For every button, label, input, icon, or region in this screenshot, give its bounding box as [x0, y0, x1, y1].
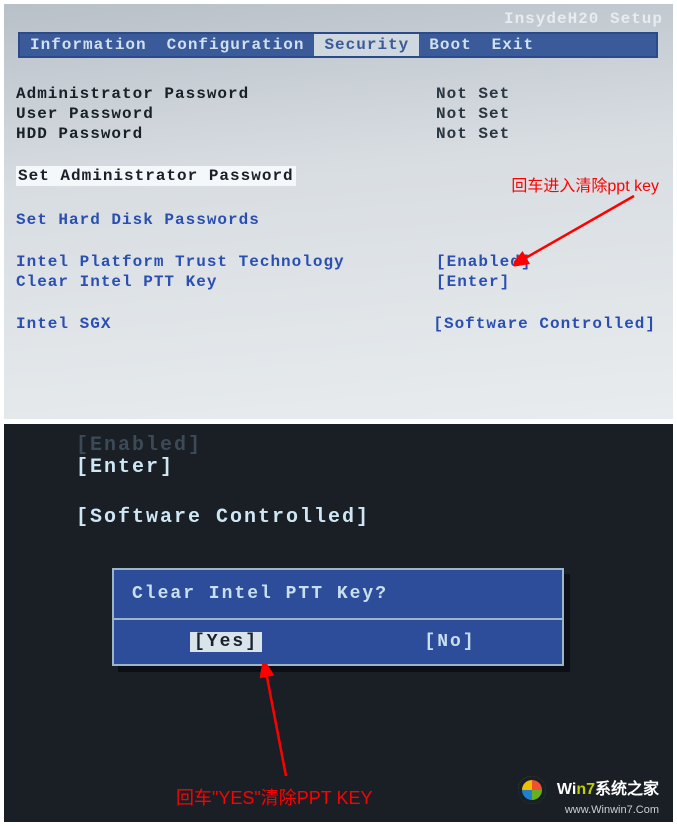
- label-hdd-password: HDD Password: [16, 124, 436, 144]
- value-intel-sgx: [Software Controlled]: [433, 314, 656, 334]
- dialog-yes-label: [Yes]: [190, 632, 262, 652]
- value-intel-ptt: [Enabled]: [436, 252, 531, 272]
- value-admin-password: Not Set: [436, 84, 510, 104]
- brand-text-a: Wi: [557, 781, 576, 798]
- dialog-title: Clear Intel PTT Key?: [114, 570, 562, 620]
- dialog-yes-button[interactable]: [Yes]: [114, 632, 338, 652]
- line-enabled-dim: [Enabled]: [76, 434, 202, 457]
- dialog-no-button[interactable]: [No]: [338, 632, 562, 652]
- row-admin-password: Administrator Password Not Set: [16, 84, 656, 104]
- label-intel-sgx: Intel SGX: [16, 314, 433, 334]
- value-hdd-password: Not Set: [436, 124, 510, 144]
- row-intel-ptt[interactable]: Intel Platform Trust Technology [Enabled…: [16, 252, 656, 272]
- brand-url: www.Winwin7.Com: [518, 804, 659, 816]
- arrow-icon: [240, 664, 300, 784]
- tab-exit[interactable]: Exit: [482, 34, 544, 56]
- bios-tab-bar: Information Configuration Security Boot …: [18, 32, 658, 58]
- line-enter: [Enter]: [76, 456, 174, 479]
- tab-configuration[interactable]: Configuration: [157, 34, 315, 56]
- row-user-password: User Password Not Set: [16, 104, 656, 124]
- row-intel-sgx[interactable]: Intel SGX [Software Controlled]: [16, 314, 656, 334]
- bios-security-body: Administrator Password Not Set User Pass…: [16, 84, 656, 334]
- label-clear-ptt-key: Clear Intel PTT Key: [16, 272, 436, 292]
- bios-setup-top-screenshot: InsydeH20 Setup Information Configuratio…: [4, 4, 673, 419]
- dialog-no-label: [No]: [424, 632, 475, 652]
- label-admin-password: Administrator Password: [16, 84, 436, 104]
- tab-information[interactable]: Information: [20, 34, 157, 56]
- brand-text-b: n7: [576, 781, 595, 798]
- confirm-dialog: Clear Intel PTT Key? [Yes] [No]: [112, 568, 564, 666]
- tab-security[interactable]: Security: [314, 34, 419, 56]
- annotation-bottom: 回车"YES"清除PPT KEY: [176, 784, 373, 810]
- value-clear-ptt-key: [Enter]: [436, 272, 510, 292]
- row-hdd-password: HDD Password Not Set: [16, 124, 656, 144]
- menu-set-admin-password[interactable]: Set Administrator Password: [16, 166, 296, 186]
- watermark-brand: Win7系统之家 www.Winwin7.Com: [518, 775, 659, 816]
- menu-set-hdd-passwords[interactable]: Set Hard Disk Passwords: [16, 210, 260, 230]
- value-user-password: Not Set: [436, 104, 510, 124]
- brand-text-c: 系统之家: [595, 781, 659, 798]
- tab-boot[interactable]: Boot: [419, 34, 481, 56]
- row-set-hdd-passwords[interactable]: Set Hard Disk Passwords: [16, 210, 656, 230]
- label-intel-ptt: Intel Platform Trust Technology: [16, 252, 436, 272]
- line-software-controlled: [Software Controlled]: [76, 506, 370, 529]
- label-user-password: User Password: [16, 104, 436, 124]
- bios-setup-title: InsydeH20 Setup: [504, 10, 663, 28]
- windows-icon: [518, 776, 546, 804]
- dialog-options: [Yes] [No]: [114, 620, 562, 664]
- bios-dialog-bottom-screenshot: [Enabled] [Enter] [Software Controlled] …: [4, 424, 673, 822]
- annotation-top: 回车进入清除ppt key: [511, 172, 659, 196]
- row-clear-ptt-key[interactable]: Clear Intel PTT Key [Enter]: [16, 272, 656, 292]
